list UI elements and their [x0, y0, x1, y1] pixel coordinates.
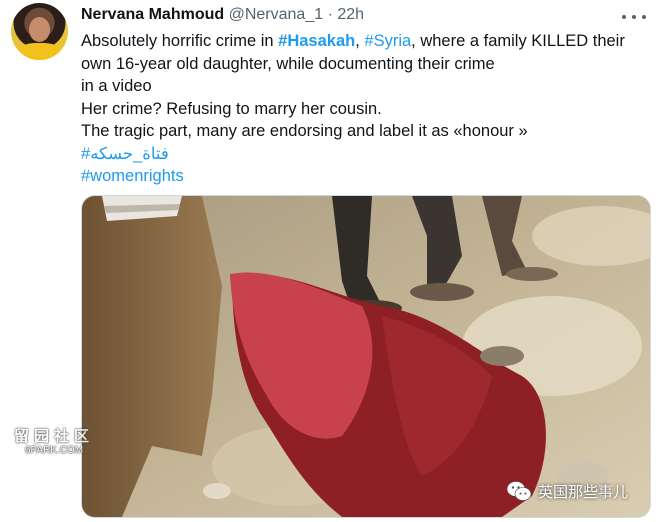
tweet-line-2: own 16-year old daughter, while document… [81, 54, 495, 73]
author-handle[interactable]: @Nervana_1 [229, 6, 324, 23]
watermark-6park-en: 6PARK.COM [24, 445, 84, 456]
hashtag-arabic[interactable]: #فتاة_حسكه [81, 145, 169, 163]
wechat-icon [506, 481, 532, 501]
watermark-wechat: 英国那些事儿 [506, 480, 628, 502]
tweet-line-6: #فتاة_حسكه [81, 143, 641, 166]
text-segment: Absolutely horrific crime in [81, 32, 279, 50]
tweet-media-video[interactable] [81, 195, 651, 518]
hashtag-hasakah[interactable]: #Hasakah [278, 32, 355, 50]
meta-separator: · [327, 6, 333, 23]
hashtag-syria[interactable]: #Syria [364, 32, 411, 50]
avatar-shirt [17, 43, 62, 60]
tweet-line-4: Her crime? Refusing to marry her cousin. [81, 99, 382, 118]
tweet-text: Absolutely horrific crime in #Hasakah, #… [81, 30, 641, 188]
video-frame-image [82, 196, 650, 517]
author-name[interactable]: Nervana Mahmoud [81, 6, 224, 23]
watermark-6park-cn: 留园社区 [13, 428, 94, 445]
watermark-wechat-text: 英国那些事儿 [538, 483, 629, 501]
tweet-timestamp[interactable]: 22h [337, 6, 364, 23]
tweet-line-3: in a video [81, 77, 152, 95]
hashtag-womenrights[interactable]: #womenrights [81, 167, 184, 185]
avatar-face [29, 17, 50, 42]
watermark-6park: 留园社区 6PARK.COM [12, 425, 96, 456]
dot-icon [632, 15, 636, 19]
dot-icon [642, 15, 646, 19]
tweet-header: Nervana Mahmoud @Nervana_1 · 22h [81, 6, 364, 24]
dot-icon [622, 15, 626, 19]
text-segment: , where a family KILLED their [411, 32, 625, 50]
more-options-icon[interactable] [622, 12, 646, 22]
author-avatar[interactable] [11, 3, 68, 60]
tweet-line-1: Absolutely horrific crime in #Hasakah, #… [81, 30, 641, 53]
text-segment: , [355, 32, 365, 50]
tweet-line-7: #womenrights [81, 165, 641, 188]
tweet-line-5: The tragic part, many are endorsing and … [81, 122, 528, 140]
